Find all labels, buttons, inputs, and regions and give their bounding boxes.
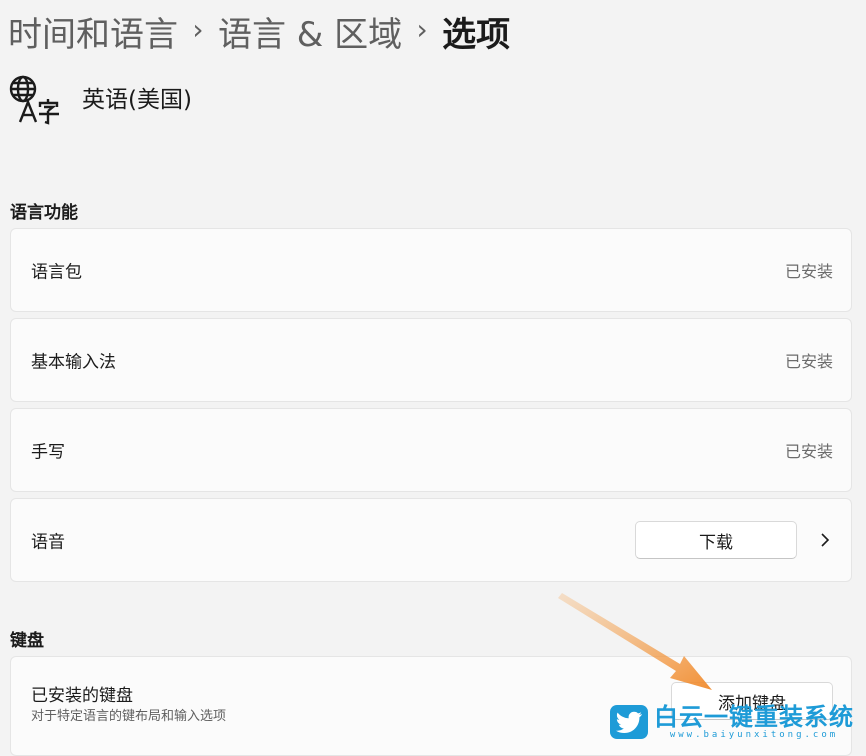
handwriting-status: 已安装 (784, 442, 833, 461)
handwriting-row: 手写 已安装 (10, 408, 852, 492)
language-icon (9, 75, 59, 125)
section-title-language-features: 语言功能 (10, 203, 78, 223)
language-pack-label: 语言包 (31, 262, 82, 283)
handwriting-label: 手写 (31, 442, 65, 463)
language-pack-status: 已安装 (784, 262, 833, 281)
breadcrumb-separator: › (416, 12, 428, 46)
breadcrumb: 时间和语言 › 语言 & 区域 › 选项 (8, 7, 511, 56)
language-header: 英语(美国) (8, 74, 192, 126)
add-keyboard-button[interactable]: 添加键盘 (671, 682, 833, 720)
installed-keyboards-row: 已安装的键盘 对于特定语言的键布局和输入选项 添加键盘 (10, 656, 852, 756)
installed-keyboards-label: 已安装的键盘 (31, 686, 133, 706)
language-pack-row: 语言包 已安装 (10, 228, 852, 312)
breadcrumb-item-language-region[interactable]: 语言 & 区域 (218, 7, 402, 56)
speech-row[interactable]: 语音 下载 (10, 498, 852, 582)
page-title: 选项 (442, 14, 511, 55)
breadcrumb-item-time-language[interactable]: 时间和语言 (8, 7, 178, 56)
installed-keyboards-description: 对于特定语言的键布局和输入选项 (31, 709, 227, 724)
basic-typing-status: 已安装 (784, 352, 833, 371)
chevron-right-icon[interactable] (817, 532, 833, 548)
speech-download-button[interactable]: 下载 (635, 521, 797, 559)
speech-label: 语音 (31, 532, 65, 553)
breadcrumb-separator: › (192, 12, 204, 46)
section-title-keyboard: 键盘 (10, 631, 44, 651)
language-name: 英语(美国) (82, 87, 192, 113)
basic-typing-label: 基本输入法 (31, 352, 116, 373)
basic-typing-row: 基本输入法 已安装 (10, 318, 852, 402)
